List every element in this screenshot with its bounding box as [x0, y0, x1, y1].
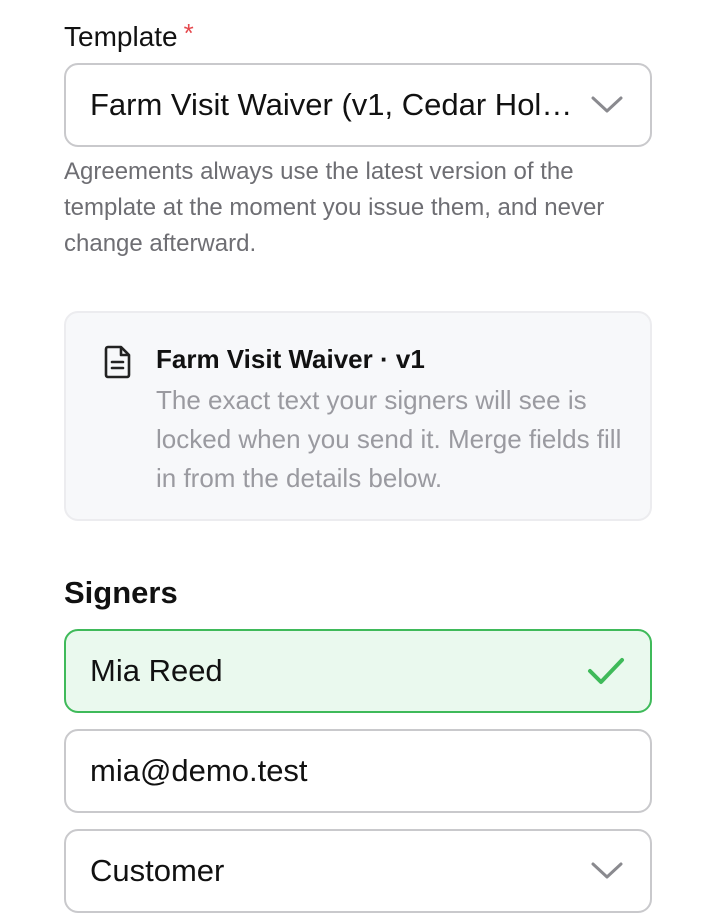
agreement-form: Template * Farm Visit Waiver (v1, Cedar … — [0, 0, 716, 920]
template-preview-card: Farm Visit Waiver · v1 The exact text yo… — [64, 311, 652, 521]
signer-name-input[interactable]: Mia Reed — [64, 629, 652, 713]
template-select-value: Farm Visit Waiver (v1, Cedar Holl… — [90, 87, 580, 122]
template-label: Template — [64, 21, 178, 52]
signer-email-input[interactable]: mia@demo.test — [64, 729, 652, 813]
signer-role-value: Customer — [90, 853, 225, 888]
template-select[interactable]: Farm Visit Waiver (v1, Cedar Holl… — [64, 63, 652, 147]
template-helper-text: Agreements always use the latest version… — [64, 158, 605, 257]
chevron-down-icon — [591, 96, 623, 113]
signer-email-value: mia@demo.test — [90, 753, 308, 788]
checkmark-icon — [588, 658, 624, 684]
signer-role-select[interactable]: Customer — [64, 829, 652, 913]
template-label-row: Template * — [64, 18, 194, 58]
template-preview-body: The exact text your signers will see is … — [156, 385, 622, 493]
document-icon — [104, 345, 131, 379]
signers-heading: Signers — [64, 575, 178, 610]
chevron-down-icon — [591, 862, 623, 879]
required-indicator: * — [183, 18, 194, 48]
template-preview-title: Farm Visit Waiver · v1 — [156, 344, 425, 374]
signer-name-value: Mia Reed — [90, 653, 223, 688]
